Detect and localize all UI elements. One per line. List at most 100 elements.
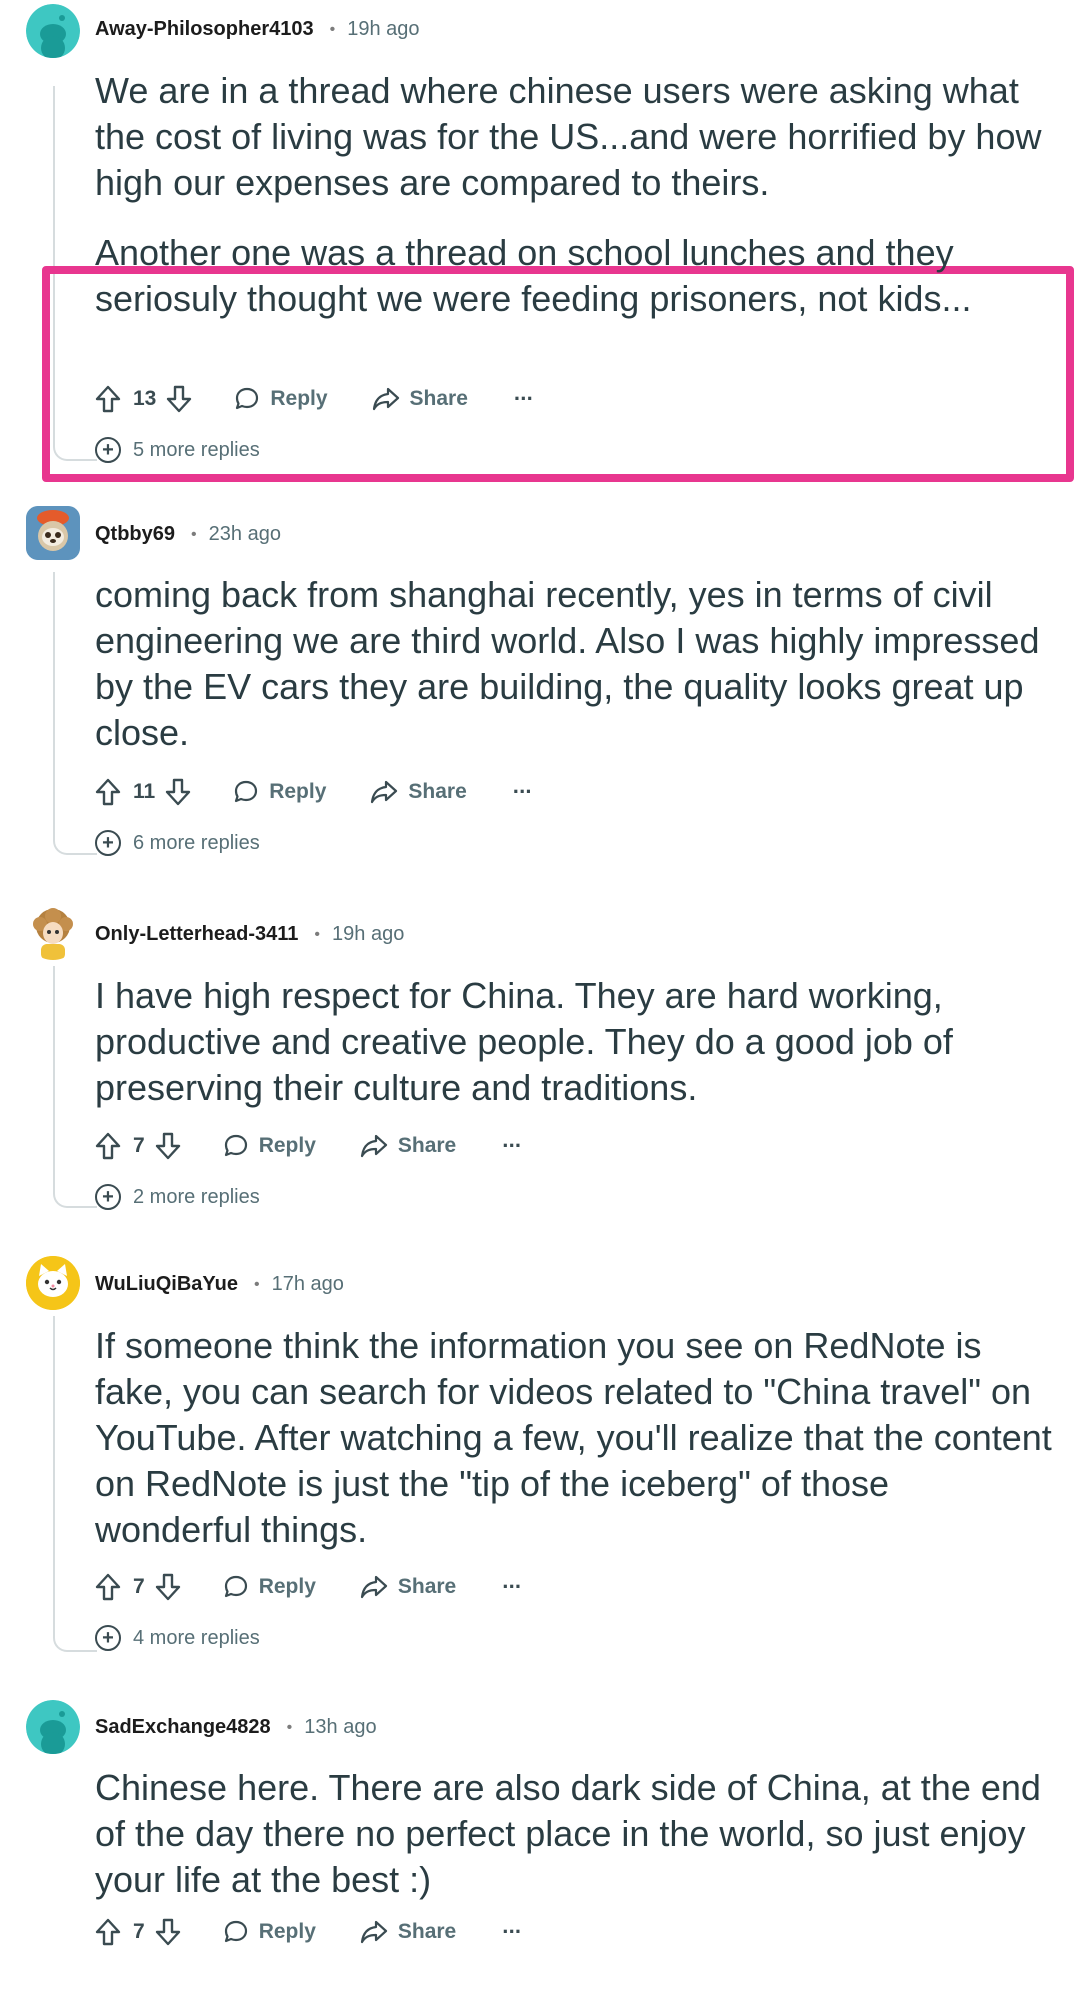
share-label: Share (397, 1575, 457, 1598)
avatar[interactable] (26, 506, 80, 560)
comment-bubble-icon (224, 1575, 247, 1598)
avatar[interactable] (26, 4, 80, 58)
reply-button[interactable]: Reply (233, 779, 326, 805)
reply-label: Reply (270, 387, 328, 410)
share-button[interactable]: Share (370, 780, 467, 804)
separator-dot: • (314, 925, 321, 943)
more-replies-button[interactable]: + 6 more replies (95, 830, 260, 856)
share-label: Share (409, 387, 468, 410)
comment-bubble-icon (224, 1134, 247, 1157)
comment-author[interactable]: Qtbby69 (95, 523, 175, 546)
more-options-button[interactable]: ··· (513, 779, 533, 805)
share-button[interactable]: Share (360, 1134, 456, 1158)
downvote-button[interactable] (155, 1918, 181, 1946)
separator-dot: • (329, 20, 336, 38)
ellipsis-icon: ··· (513, 386, 534, 411)
downvote-button[interactable] (166, 385, 192, 413)
reply-label: Reply (269, 780, 327, 803)
comment-bubble-icon (224, 1920, 247, 1943)
upvote-button[interactable] (95, 385, 121, 413)
reply-label: Reply (258, 1920, 316, 1943)
plus-circle-icon: + (95, 830, 121, 856)
downvote-icon (166, 778, 191, 806)
more-replies-button[interactable]: + 2 more replies (95, 1184, 260, 1210)
more-replies-label: 4 more replies (133, 1626, 260, 1649)
comment-author[interactable]: Only-Letterhead-3411 (95, 923, 298, 946)
comment-body: I have high respect for China. They are … (95, 973, 1055, 1111)
share-label: Share (397, 1920, 457, 1943)
downvote-icon (155, 1132, 180, 1160)
comment-bubble-icon (235, 780, 258, 803)
vote-score: 7 (133, 1920, 145, 1943)
comment-bubble-icon (236, 387, 259, 410)
comment-author[interactable]: SadExchange4828 (95, 1716, 271, 1739)
ellipsis-icon: ··· (502, 1133, 522, 1158)
share-icon (371, 780, 398, 804)
comment-paragraph: coming back from shanghai recently, yes … (95, 574, 1040, 753)
share-label: Share (408, 780, 467, 803)
comment-body: We are in a thread where chinese users w… (95, 68, 1055, 322)
reply-button[interactable]: Reply (223, 1574, 316, 1600)
cat-avatar-icon (26, 1256, 80, 1310)
more-replies-button[interactable]: + 5 more replies (95, 437, 260, 463)
avatar[interactable] (26, 906, 80, 960)
share-button[interactable]: Share (360, 1575, 456, 1599)
sloth-avatar-icon (26, 506, 80, 560)
comment-paragraph: We are in a thread where chinese users w… (95, 70, 1042, 203)
vote-score: 13 (133, 387, 157, 410)
vote-score: 7 (133, 1134, 145, 1157)
upvote-icon (95, 1132, 121, 1160)
more-options-button[interactable]: ··· (502, 1133, 522, 1159)
avatar[interactable] (26, 1256, 80, 1310)
vote-score: 11 (133, 780, 156, 803)
upvote-icon (95, 778, 121, 806)
more-replies-label: 6 more replies (133, 831, 260, 854)
downvote-icon (155, 1918, 180, 1946)
more-replies-label: 2 more replies (133, 1185, 260, 1208)
comment-time: 13h ago (304, 1716, 377, 1738)
upvote-icon (95, 1573, 121, 1601)
comment-time: 17h ago (271, 1273, 344, 1295)
reply-label: Reply (258, 1575, 316, 1598)
plus-circle-icon: + (95, 437, 121, 463)
downvote-icon (155, 1573, 180, 1601)
comment-time: 19h ago (332, 923, 405, 945)
downvote-button[interactable] (165, 778, 191, 806)
upvote-button[interactable] (95, 778, 121, 806)
thread-line (53, 1316, 97, 1652)
avatar[interactable] (26, 1700, 80, 1754)
upvote-button[interactable] (95, 1132, 121, 1160)
plus-circle-icon: + (95, 1184, 121, 1210)
separator-dot: • (253, 1275, 260, 1293)
comment-author[interactable]: Away-Philosopher4103 (95, 18, 314, 41)
more-options-button[interactable]: ··· (502, 1574, 522, 1600)
comment-paragraph: If someone think the information you see… (95, 1325, 1052, 1550)
downvote-button[interactable] (155, 1573, 181, 1601)
upvote-button[interactable] (95, 1573, 121, 1601)
more-options-button[interactable]: ··· (513, 386, 534, 412)
share-button[interactable]: Share (360, 1920, 456, 1944)
more-options-button[interactable]: ··· (502, 1919, 522, 1945)
separator-dot: • (191, 525, 197, 543)
share-button[interactable]: Share (372, 387, 468, 411)
comment-body: coming back from shanghai recently, yes … (95, 572, 1055, 756)
upvote-icon (95, 1918, 121, 1946)
comment-author[interactable]: WuLiuQiBaYue (95, 1273, 238, 1296)
vote-score: 7 (133, 1575, 145, 1598)
reply-button[interactable]: Reply (223, 1919, 316, 1945)
comment-paragraph: Another one was a thread on school lunch… (95, 232, 972, 319)
more-replies-button[interactable]: + 4 more replies (95, 1625, 260, 1651)
reply-button[interactable]: Reply (234, 386, 328, 412)
share-icon (360, 1134, 387, 1158)
share-icon (360, 1575, 387, 1599)
upvote-icon (95, 385, 121, 413)
reply-button[interactable]: Reply (223, 1133, 316, 1159)
thread-line (53, 966, 97, 1208)
separator-dot: • (286, 1718, 293, 1736)
comment-paragraph: Chinese here. There are also dark side o… (95, 1767, 1041, 1900)
downvote-button[interactable] (155, 1132, 181, 1160)
comment-body: Chinese here. There are also dark side o… (95, 1765, 1055, 1903)
ellipsis-icon: ··· (502, 1919, 522, 1944)
upvote-button[interactable] (95, 1918, 121, 1946)
comment-time: 23h ago (208, 523, 281, 545)
